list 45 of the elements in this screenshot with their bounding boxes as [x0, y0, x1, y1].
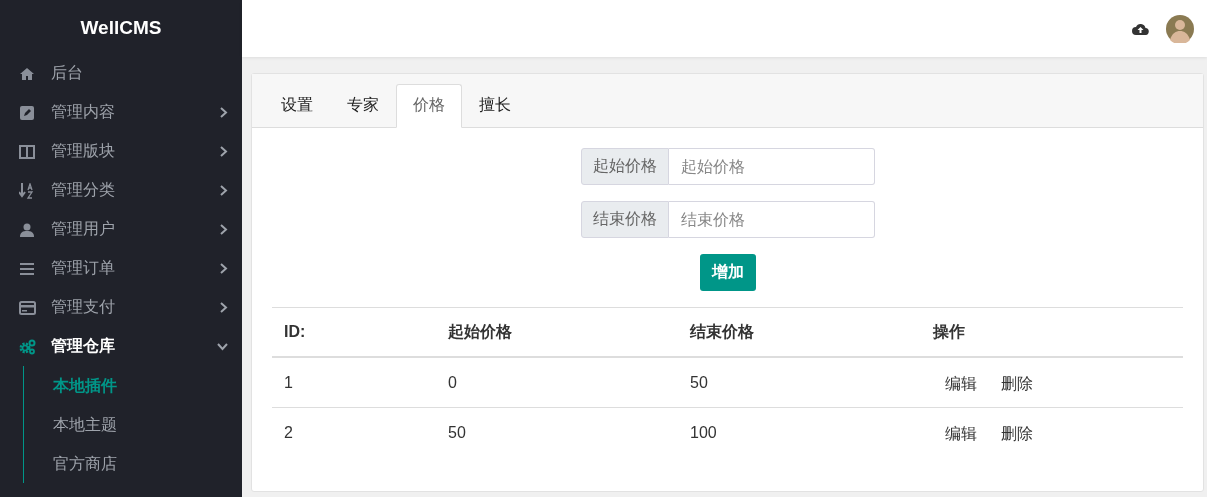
credit-card-icon	[18, 300, 36, 315]
upload-cloud-icon[interactable]	[1132, 22, 1149, 35]
submenu-item[interactable]: 本地插件	[53, 366, 242, 405]
field-label: 结束价格	[580, 201, 669, 238]
table-cell: 50	[436, 407, 678, 457]
edit-button[interactable]: 编辑	[933, 420, 989, 449]
column-header: ID:	[272, 307, 436, 357]
sidebar-item[interactable]: 管理内容	[0, 93, 242, 132]
table-cell: 100	[678, 407, 921, 457]
tab[interactable]: 擅长	[462, 84, 528, 128]
gears-icon	[18, 338, 36, 355]
column-header: 操作	[921, 307, 1183, 357]
sort-icon	[19, 182, 35, 199]
tab[interactable]: 专家	[330, 84, 396, 128]
sidebar-item[interactable]: 管理仓库	[0, 327, 242, 366]
submenu-item[interactable]: 本地主题	[53, 405, 242, 444]
input-field[interactable]: 起始价格	[668, 148, 875, 185]
input-field[interactable]: 结束价格	[668, 201, 875, 238]
submenu-item[interactable]: 官方商店	[53, 444, 242, 483]
table-cell: 0	[436, 357, 678, 408]
sidebar-item[interactable]: 管理订单	[0, 249, 242, 288]
tab[interactable]: 价格	[396, 84, 462, 128]
avatar[interactable]	[1166, 14, 1194, 43]
sidebar-item[interactable]: 管理版块	[0, 132, 242, 171]
add-button[interactable]: 增加	[699, 254, 756, 291]
delete-button[interactable]: 删除	[989, 420, 1045, 449]
edit-button[interactable]: 编辑	[933, 370, 989, 399]
sidebar-item[interactable]: 后台	[0, 54, 242, 93]
column-header: 起始价格	[436, 307, 678, 357]
sidebar-item[interactable]: 管理分类	[0, 171, 242, 210]
pencil-icon	[20, 105, 34, 120]
delete-button[interactable]: 删除	[989, 370, 1045, 399]
table-cell: 50	[678, 357, 921, 408]
menu-icon	[20, 262, 34, 275]
sidebar-item[interactable]: 管理支付	[0, 288, 242, 327]
logo: WellCMS	[79, 16, 163, 40]
sidebar-item[interactable]: 管理用户	[0, 210, 242, 249]
column-header: 结束价格	[678, 307, 921, 357]
user-icon	[20, 222, 34, 237]
home-icon	[20, 67, 34, 80]
table-cell: 2	[272, 407, 436, 457]
columns-icon	[19, 144, 35, 159]
tab[interactable]: 设置	[264, 84, 330, 128]
table-cell: 1	[272, 357, 436, 408]
field-label: 起始价格	[580, 148, 669, 185]
